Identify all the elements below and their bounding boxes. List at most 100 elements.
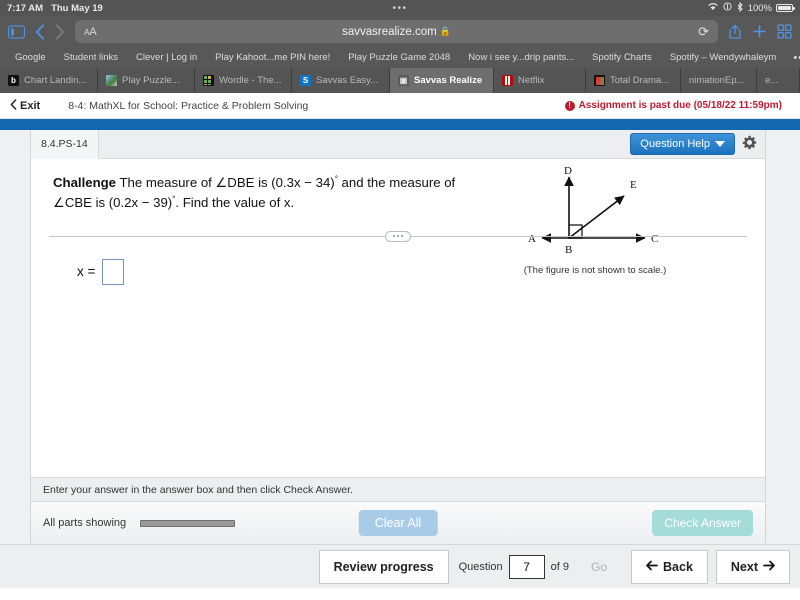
browser-tab[interactable]: e... xyxy=(757,68,800,93)
figure-label-d: D xyxy=(564,165,572,177)
angle-diagram: D E A B C (The figure is not shown to sc… xyxy=(505,163,685,276)
gear-icon[interactable] xyxy=(742,135,757,153)
new-tab-icon[interactable] xyxy=(752,24,767,39)
reload-icon[interactable]: ⟳ xyxy=(698,24,709,40)
prompt-line2-b: . Find the value of x. xyxy=(175,195,295,211)
address-bar[interactable]: AA savvasrealize.com 🔒 ⟳ xyxy=(75,20,718,43)
savvas-s-icon: S xyxy=(300,75,311,86)
alert-icon: ! xyxy=(564,100,575,111)
bluetooth-icon xyxy=(736,1,744,15)
status-right-group: 100% xyxy=(707,1,795,15)
tab-title: Savvas Easy... xyxy=(316,75,379,86)
browser-tab-active[interactable]: ▣ Savvas Realize xyxy=(390,68,494,93)
review-progress-label: Review progress xyxy=(333,559,434,574)
figure-caption: (The figure is not shown to scale.) xyxy=(523,265,667,276)
bookmarks-bar: Google Student links Clever | Log in Pla… xyxy=(0,47,800,68)
back-button[interactable]: Back xyxy=(631,549,708,584)
past-due-banner: ! Assignment is past due (05/18/22 11:59… xyxy=(564,100,782,111)
question-help-label: Question Help xyxy=(640,138,710,150)
next-label: Next xyxy=(730,559,758,574)
drag-handle-icon[interactable] xyxy=(385,230,411,242)
browser-toolbar: AA savvasrealize.com 🔒 ⟳ xyxy=(0,16,800,47)
question-help-button[interactable]: Question Help xyxy=(630,133,735,155)
browser-tab[interactable]: S Savvas Easy... xyxy=(292,68,390,93)
app-header: Exit 8-4: MathXL for School: Practice & … xyxy=(0,93,800,119)
chevron-down-icon xyxy=(715,141,725,147)
question-prompt: Challenge The measure of ∠DBE is (0.3x −… xyxy=(53,173,483,214)
bookmark-item[interactable]: Spotify – Wendywhaleym xyxy=(661,52,786,63)
question-header: 8.4.PS-14 Question Help xyxy=(31,129,765,159)
puzzle-icon xyxy=(106,75,117,86)
savvas-realize-icon: ▣ xyxy=(398,75,409,86)
angle-diagram-svg: D E A B C xyxy=(528,165,658,256)
back-label: Back xyxy=(663,559,693,574)
question-header-actions: Question Help xyxy=(630,133,765,155)
browser-forward-icon[interactable] xyxy=(55,24,65,40)
prompt-bold-label: Challenge xyxy=(53,175,117,190)
status-date: Thu May 19 xyxy=(51,2,103,14)
answer-label: x = xyxy=(77,264,96,280)
tab-title: Netflix xyxy=(518,75,545,86)
sidebar-icon[interactable] xyxy=(8,24,25,39)
url-text: savvasrealize.com xyxy=(342,25,437,38)
tab-title: e... xyxy=(765,75,779,86)
lock-icon: 🔒 xyxy=(439,26,451,36)
total-drama-icon xyxy=(594,75,605,86)
arrow-right-icon xyxy=(763,560,775,574)
next-button[interactable]: Next xyxy=(715,549,790,584)
browser-back-icon[interactable] xyxy=(35,24,45,40)
url-display: savvasrealize.com 🔒 xyxy=(75,26,718,38)
wifi-icon xyxy=(707,2,719,14)
figure-label-a: A xyxy=(528,233,536,245)
answer-input[interactable] xyxy=(102,258,125,285)
action-bar: All parts showing Clear All Check Answer xyxy=(30,501,766,544)
bookmark-item[interactable]: Clever | Log in xyxy=(127,52,206,63)
browser-tab[interactable]: Total Drama... xyxy=(586,68,681,93)
question-number-input[interactable] xyxy=(508,554,545,579)
accent-band xyxy=(0,119,800,130)
parts-progress-bar xyxy=(140,519,236,527)
bookmarks-overflow-button[interactable]: ••• xyxy=(785,52,800,64)
question-id: 8.4.PS-14 xyxy=(31,129,99,159)
check-answer-button[interactable]: Check Answer xyxy=(652,510,753,536)
bookmark-item[interactable]: Now i see y...drip pants... xyxy=(459,52,583,63)
clear-all-button[interactable]: Clear All xyxy=(358,510,438,536)
chevron-left-icon xyxy=(10,98,17,113)
question-label: Question xyxy=(458,560,503,573)
battery-icon xyxy=(776,4,795,12)
netflix-icon xyxy=(502,75,513,86)
go-button[interactable]: Go xyxy=(575,552,623,582)
browser-tab[interactable]: Wordle - The... xyxy=(195,68,292,93)
question-jump-group: Question of 9 Go xyxy=(459,552,623,582)
figure-label-c: C xyxy=(651,233,658,245)
past-due-text: Assignment is past due (05/18/22 11:59pm… xyxy=(578,100,782,111)
tab-title: Savvas Realize xyxy=(414,75,483,86)
arrow-left-icon xyxy=(646,560,658,574)
browser-tab[interactable]: b Chart Landin... xyxy=(0,68,98,93)
status-center-dots: ••• xyxy=(392,2,408,14)
exit-button[interactable]: Exit xyxy=(10,98,40,113)
parts-showing-label: All parts showing xyxy=(43,517,127,529)
browser-tab[interactable]: Netflix xyxy=(494,68,586,93)
question-body: Challenge The measure of ∠DBE is (0.3x −… xyxy=(31,159,765,514)
browser-tab[interactable]: nimationEp... xyxy=(681,68,757,93)
question-total-label: of 9 xyxy=(550,560,569,573)
prompt-line1-b: and the xyxy=(337,175,386,190)
bookmark-item[interactable]: Spotify Charts xyxy=(583,52,661,63)
browser-tab[interactable]: Play Puzzle... xyxy=(98,68,195,93)
tab-title: Total Drama... xyxy=(610,75,670,86)
share-icon[interactable] xyxy=(728,23,742,40)
bookmark-item[interactable]: Google xyxy=(6,52,55,63)
status-time: 7:17 AM xyxy=(7,2,44,14)
b-logo-icon: b xyxy=(8,75,19,86)
tabs-grid-icon[interactable] xyxy=(777,24,792,39)
exercise-stage: 8.4.PS-14 Question Help Challenge The me… xyxy=(0,129,800,544)
status-left-group: 7:17 AM Thu May 19 xyxy=(7,3,103,14)
bookmark-item[interactable]: Student links xyxy=(55,52,127,63)
location-icon xyxy=(723,2,732,14)
instruction-bar: Enter your answer in the answer box and … xyxy=(30,477,766,501)
bookmark-item[interactable]: Play Kahoot...me PIN here! xyxy=(206,52,339,63)
bookmark-item[interactable]: Play Puzzle Game 2048 xyxy=(339,52,459,63)
review-progress-button[interactable]: Review progress xyxy=(318,549,449,584)
figure-label-e: E xyxy=(630,179,637,191)
